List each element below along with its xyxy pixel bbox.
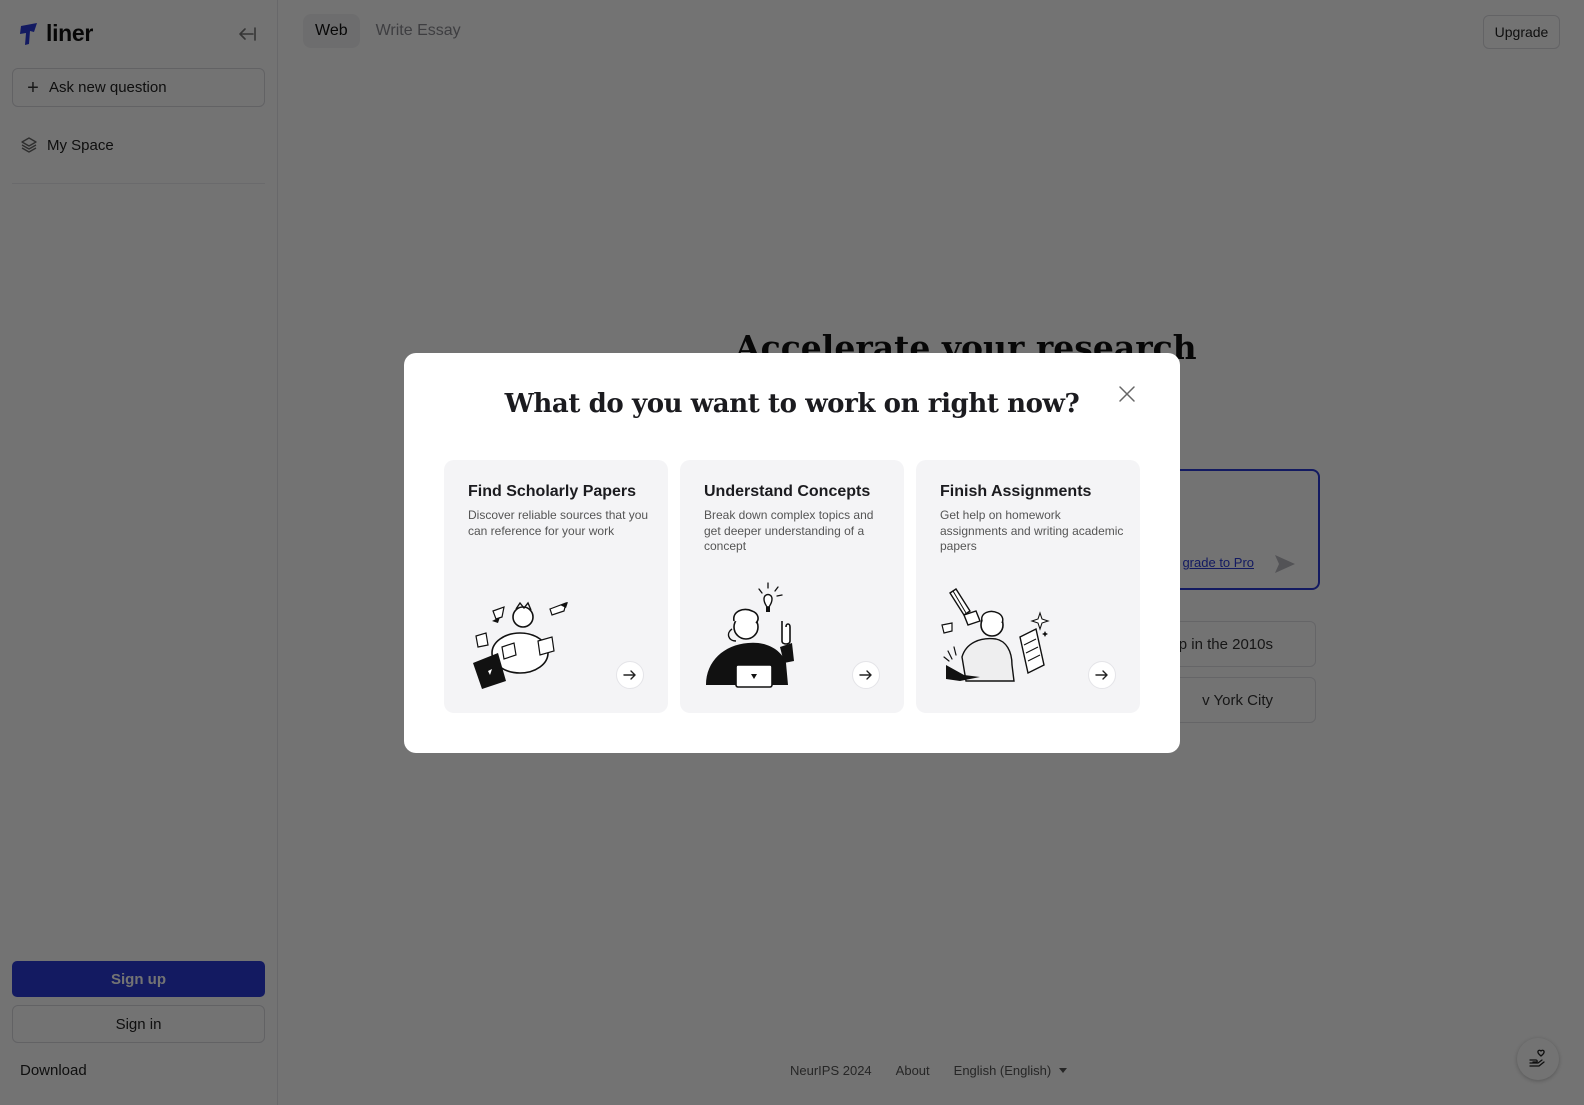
person-laptop-papers-illustration — [473, 601, 568, 689]
modal-title: What do you want to work on right now? — [504, 389, 1080, 419]
card-description: Discover reliable sources that you can r… — [468, 508, 649, 538]
arrow-right-icon — [1095, 670, 1108, 680]
card-finish-assignments[interactable]: Finish Assignments Get help on homework … — [916, 460, 1140, 713]
card-arrow-button[interactable] — [852, 661, 880, 689]
card-description: Break down complex topics and get deeper… — [704, 508, 874, 553]
close-button[interactable] — [1116, 383, 1138, 405]
onboarding-modal: What do you want to work on right now? F… — [404, 353, 1180, 753]
card-arrow-button[interactable] — [616, 661, 644, 689]
card-understand-concepts[interactable]: Understand Concepts Break down complex t… — [680, 460, 904, 713]
card-title: Find Scholarly Papers — [468, 483, 637, 500]
arrow-right-icon — [859, 670, 872, 680]
card-find-scholarly-papers[interactable]: Find Scholarly Papers Discover reliable … — [444, 460, 668, 713]
card-title: Finish Assignments — [940, 483, 1092, 500]
arrow-right-icon — [623, 670, 636, 680]
person-lightbulb-illustration — [706, 582, 794, 688]
card-description: Get help on homework assignments and wri… — [940, 508, 1124, 553]
card-arrow-button[interactable] — [1088, 661, 1116, 689]
option-cards: Find Scholarly Papers Discover reliable … — [444, 460, 1140, 713]
person-writing-illustration — [941, 588, 1050, 682]
close-icon — [1119, 386, 1135, 402]
card-title: Understand Concepts — [704, 483, 871, 500]
